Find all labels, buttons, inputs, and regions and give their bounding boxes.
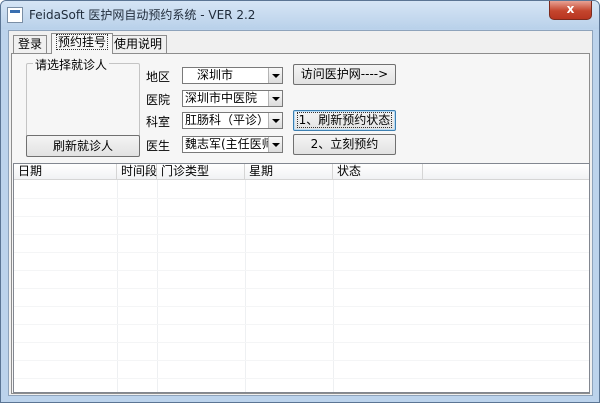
tab-instructions[interactable]: 使用说明: [109, 35, 168, 53]
refresh-patients-button[interactable]: 刷新就诊人: [26, 135, 140, 157]
chevron-down-icon[interactable]: [268, 68, 282, 83]
grid-line: [14, 198, 589, 199]
patient-group-title: 请选择就诊人: [33, 56, 110, 73]
tab-login-label: 登录: [18, 37, 43, 51]
refresh-status-label: 1、刷新预约状态: [296, 112, 393, 128]
grid-line: [14, 234, 589, 235]
grid-line: [14, 216, 589, 217]
doctor-select[interactable]: 魏志军(主任医师): [182, 136, 283, 153]
chevron-down-icon[interactable]: [268, 137, 282, 152]
department-label: 科室: [146, 115, 171, 129]
visit-site-button[interactable]: 访问医护网---->: [293, 64, 396, 85]
refresh-status-button[interactable]: 1、刷新预约状态: [293, 110, 396, 131]
list-header: 日期 时间段 门诊类型 星期 状态: [14, 164, 589, 180]
grid-line: [14, 306, 589, 307]
close-button[interactable]: x: [549, 1, 592, 20]
hospital-label: 医院: [146, 93, 171, 107]
close-icon: x: [566, 2, 575, 16]
appointment-list[interactable]: 日期 时间段 门诊类型 星期 状态: [13, 163, 590, 393]
grid-line: [14, 360, 589, 361]
tab-appointment-label: 预约挂号: [56, 34, 109, 50]
column-date[interactable]: 日期: [14, 164, 117, 180]
chevron-down-icon[interactable]: [268, 91, 282, 106]
region-value: 深圳市: [197, 68, 234, 82]
column-time-slot[interactable]: 时间段: [117, 164, 157, 180]
hospital-select[interactable]: 深圳市中医院: [182, 90, 283, 107]
region-select[interactable]: 深圳市: [182, 67, 283, 84]
grid-line: [14, 270, 589, 271]
grid-line: [14, 378, 589, 379]
tab-instructions-label: 使用说明: [114, 37, 163, 51]
grid-line: [14, 252, 589, 253]
department-value: 肛肠科（平诊）: [185, 113, 270, 127]
doctor-label: 医生: [146, 139, 171, 153]
tab-login[interactable]: 登录: [13, 35, 48, 53]
hospital-value: 深圳市中医院: [185, 91, 258, 105]
app-window: FeidaSoft 医护网自动预约系统 - VER 2.2 x 登录 预约挂号 …: [0, 0, 600, 403]
column-weekday[interactable]: 星期: [245, 164, 333, 180]
chevron-down-icon[interactable]: [268, 113, 282, 128]
department-select[interactable]: 肛肠科（平诊）: [182, 112, 283, 129]
book-now-button[interactable]: 2、立刻预约: [293, 134, 396, 155]
client-area: 登录 预约挂号 使用说明 请选择就诊人 刷新就诊人 地区 深圳市 医院 深圳市中…: [8, 30, 593, 396]
tab-appointment[interactable]: 预约挂号: [51, 33, 114, 54]
column-clinic-type[interactable]: 门诊类型: [157, 164, 245, 180]
window-title: FeidaSoft 医护网自动预约系统 - VER 2.2: [29, 8, 256, 22]
grid-line: [14, 342, 589, 343]
appointment-panel: 请选择就诊人 刷新就诊人 地区 深圳市 医院 深圳市中医院 科室 肛肠科（平诊）…: [11, 53, 590, 394]
title-bar[interactable]: FeidaSoft 医护网自动预约系统 - VER 2.2 x: [1, 1, 599, 29]
region-label: 地区: [146, 70, 171, 84]
grid-line: [14, 324, 589, 325]
doctor-value: 魏志军(主任医师): [185, 137, 279, 151]
grid-line: [14, 288, 589, 289]
app-icon: [7, 7, 23, 23]
column-status[interactable]: 状态: [333, 164, 423, 180]
